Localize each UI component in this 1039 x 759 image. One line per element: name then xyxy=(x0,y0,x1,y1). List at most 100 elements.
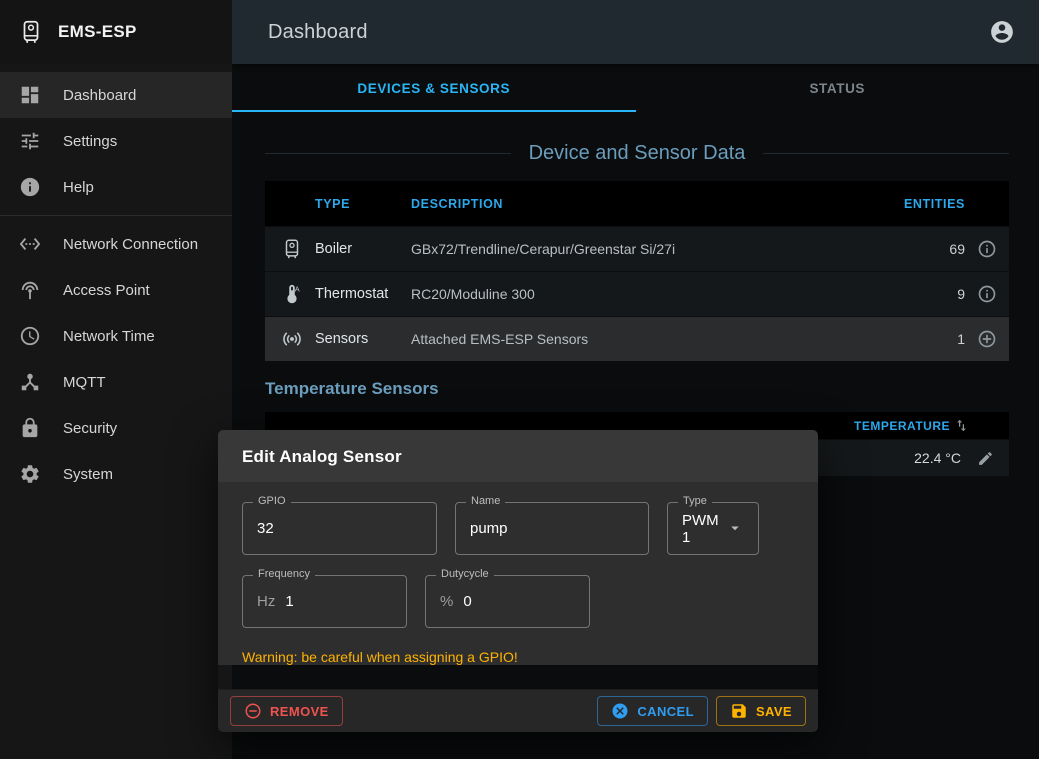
hub-icon xyxy=(19,371,41,393)
table-row-boiler[interactable]: Boiler GBx72/Trendline/Cerapur/Greenstar… xyxy=(265,226,1009,271)
sidebar-nav: Dashboard Settings Help Network Connecti… xyxy=(0,64,232,497)
edit-analog-sensor-dialog: Edit Analog Sensor GPIO 32 Name pump Typ… xyxy=(218,430,818,732)
remove-button-label: REMOVE xyxy=(270,704,329,719)
device-table-header: TYPE DESCRIPTION ENTITIES xyxy=(265,181,1009,226)
info-circle-icon[interactable] xyxy=(977,284,997,304)
frequency-unit-prefix: Hz xyxy=(257,593,275,610)
sort-arrows-icon xyxy=(954,418,969,433)
col-header-temperature: TEMPERATURE xyxy=(854,419,950,433)
sidebar-item-help[interactable]: Help xyxy=(0,164,232,210)
device-entities-count: 9 xyxy=(895,286,965,302)
name-field-label: Name xyxy=(466,495,505,507)
tab-status[interactable]: STATUS xyxy=(636,64,1039,112)
col-header-type: TYPE xyxy=(315,197,411,211)
sidebar-item-label: Dashboard xyxy=(63,87,136,104)
sidebar-item-system[interactable]: System xyxy=(0,451,232,497)
cancel-circle-icon xyxy=(611,702,629,720)
save-floppy-icon xyxy=(730,702,748,720)
device-type: Thermostat xyxy=(315,286,411,302)
tab-devices-sensors[interactable]: DEVICES & SENSORS xyxy=(232,64,636,112)
sensors-icon xyxy=(281,328,303,350)
save-button[interactable]: SAVE xyxy=(716,696,806,726)
save-button-label: SAVE xyxy=(756,704,792,719)
sidebar-item-label: Access Point xyxy=(63,282,150,299)
remove-button[interactable]: REMOVE xyxy=(230,696,343,726)
boiler-icon xyxy=(281,238,303,260)
sidebar-item-network-time[interactable]: Network Time xyxy=(0,313,232,359)
dutycycle-field-label: Dutycycle xyxy=(436,568,494,580)
name-field[interactable]: Name pump xyxy=(455,502,649,555)
gpio-field[interactable]: GPIO 32 xyxy=(242,502,437,555)
fields-row-1: GPIO 32 Name pump Type PWM 1 xyxy=(242,502,794,555)
table-row-thermostat[interactable]: A Thermostat RC20/Moduline 300 9 xyxy=(265,271,1009,316)
device-type: Sensors xyxy=(315,331,411,347)
sidebar-item-dashboard[interactable]: Dashboard xyxy=(0,72,232,118)
dialog-header: Edit Analog Sensor xyxy=(218,430,818,482)
device-type: Boiler xyxy=(315,241,411,257)
svg-text:A: A xyxy=(295,284,300,293)
frequency-field-label: Frequency xyxy=(253,568,315,580)
device-description: RC20/Moduline 300 xyxy=(411,286,895,302)
sidebar-item-label: Settings xyxy=(63,133,117,150)
frequency-field[interactable]: Frequency Hz 1 xyxy=(242,575,407,628)
page-title: Dashboard xyxy=(268,21,368,44)
app-title: EMS-ESP xyxy=(58,22,137,42)
info-circle-icon[interactable] xyxy=(977,239,997,259)
sidebar-item-security[interactable]: Security xyxy=(0,405,232,451)
col-header-entities: ENTITIES xyxy=(895,197,965,211)
gpio-field-label: GPIO xyxy=(253,495,291,507)
edit-pencil-icon[interactable] xyxy=(977,450,994,467)
wifi-tethering-icon xyxy=(19,279,41,301)
col-header-description: DESCRIPTION xyxy=(411,197,895,211)
name-field-value: pump xyxy=(470,520,508,537)
dialog-footer: REMOVE CANCEL SAVE xyxy=(218,689,818,732)
temperature-sensors-heading: Temperature Sensors xyxy=(265,379,1009,399)
type-select[interactable]: Type PWM 1 xyxy=(667,502,759,555)
divider-line xyxy=(763,153,1009,154)
dialog-title: Edit Analog Sensor xyxy=(242,447,402,466)
cancel-button[interactable]: CANCEL xyxy=(597,696,708,726)
type-select-value: PWM 1 xyxy=(682,512,726,546)
account-circle-icon[interactable] xyxy=(989,19,1015,45)
app-logo-row: EMS-ESP xyxy=(0,0,232,64)
app-root: EMS-ESP Dashboard Settings Help Network … xyxy=(0,0,1039,759)
sidebar-item-settings[interactable]: Settings xyxy=(0,118,232,164)
type-select-label: Type xyxy=(678,495,712,507)
cancel-button-label: CANCEL xyxy=(637,704,694,719)
tab-bar: DEVICES & SENSORS STATUS xyxy=(232,64,1039,112)
table-row-sensors[interactable]: Sensors Attached EMS-ESP Sensors 1 xyxy=(265,316,1009,361)
lock-icon xyxy=(19,417,41,439)
divider-line xyxy=(265,153,511,154)
section-title: Device and Sensor Data xyxy=(529,142,746,165)
sidebar-item-access-point[interactable]: Access Point xyxy=(0,267,232,313)
dutycycle-field[interactable]: Dutycycle % 0 xyxy=(425,575,590,628)
clock-icon xyxy=(19,325,41,347)
dutycycle-unit-prefix: % xyxy=(440,593,453,610)
gpio-field-value: 32 xyxy=(257,520,274,537)
dialog-body: GPIO 32 Name pump Type PWM 1 Frequency H… xyxy=(218,482,818,665)
device-table: TYPE DESCRIPTION ENTITIES Boiler GBx72/T… xyxy=(265,181,1009,361)
appbar: Dashboard xyxy=(232,0,1039,64)
device-description: GBx72/Trendline/Cerapur/Greenstar Si/27i xyxy=(411,241,895,257)
fields-row-2: Frequency Hz 1 Dutycycle % 0 xyxy=(242,575,794,628)
boiler-logo-icon xyxy=(18,19,44,45)
device-entities-count: 1 xyxy=(895,331,965,347)
ethernet-icon xyxy=(19,233,41,255)
temperature-value: 22.4 °C xyxy=(914,450,961,466)
dutycycle-field-value: 0 xyxy=(463,593,471,610)
gear-icon xyxy=(19,463,41,485)
sidebar-item-mqtt[interactable]: MQTT xyxy=(0,359,232,405)
tune-icon xyxy=(19,130,41,152)
sidebar-item-label: System xyxy=(63,466,113,483)
sidebar-item-label: Network Connection xyxy=(63,236,198,253)
sidebar-item-label: MQTT xyxy=(63,374,106,391)
remove-circle-icon xyxy=(244,702,262,720)
device-entities-count: 69 xyxy=(895,241,965,257)
frequency-field-value: 1 xyxy=(285,593,293,610)
sidebar-item-network-connection[interactable]: Network Connection xyxy=(0,221,232,267)
sidebar-item-label: Help xyxy=(63,179,94,196)
thermostat-icon: A xyxy=(281,283,303,305)
add-circle-icon[interactable] xyxy=(977,329,997,349)
section-title-row: Device and Sensor Data xyxy=(265,142,1009,165)
sidebar: EMS-ESP Dashboard Settings Help Network … xyxy=(0,0,232,759)
